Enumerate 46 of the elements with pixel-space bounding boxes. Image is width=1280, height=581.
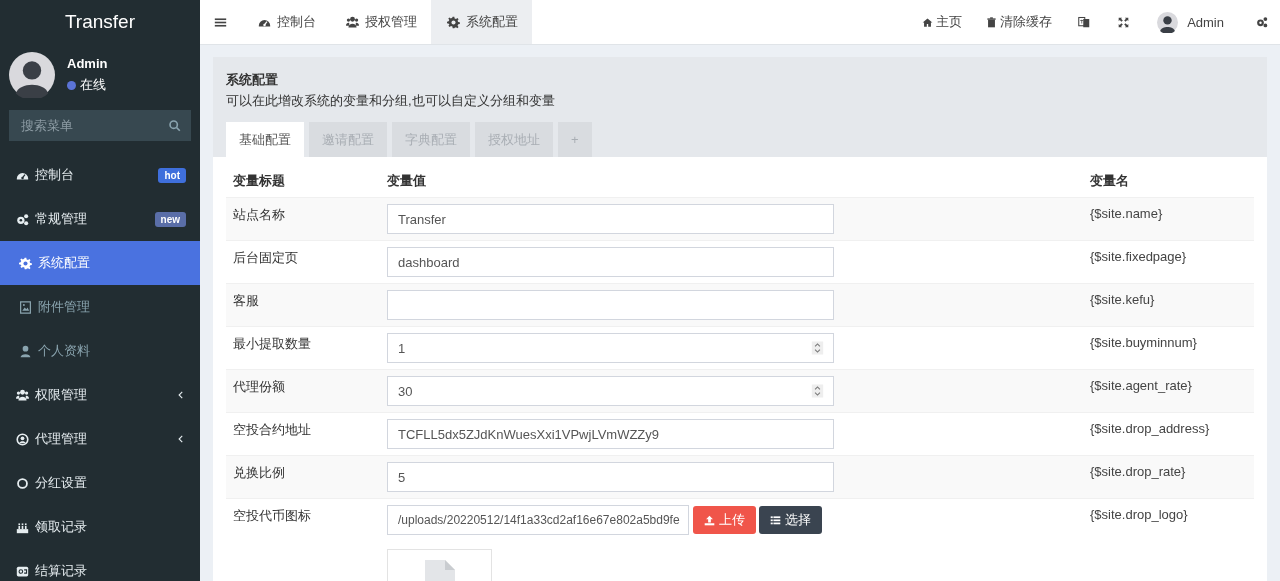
user-name: Admin xyxy=(67,56,108,71)
user-menu[interactable]: Admin xyxy=(1143,0,1238,44)
sidebar-item[interactable]: 常规管理 new xyxy=(0,197,200,241)
header-link[interactable]: 清除缓存 xyxy=(974,0,1065,44)
variable-title: 空投代币图标 xyxy=(226,498,380,581)
input-field[interactable]: Transfer xyxy=(387,204,834,234)
config-tab[interactable]: 基础配置 xyxy=(226,122,304,157)
variable-name: {$site.kefu} xyxy=(1083,283,1254,327)
sidebar-item[interactable]: 代理管理 xyxy=(0,417,200,461)
variable-title: 兑换比例 xyxy=(226,455,380,499)
sidebar-item[interactable]: 附件管理 xyxy=(0,285,200,329)
column-header: 变量标题 xyxy=(226,165,380,198)
sidebar-item[interactable]: 权限管理 xyxy=(0,373,200,417)
input-field[interactable]: TCFLL5dx5ZJdKnWuesXxi1VPwjLVmWZZy9 xyxy=(387,419,834,449)
sidebar-item[interactable]: 控制台 hot xyxy=(0,153,200,197)
input-field[interactable]: /uploads/20220512/14f1a33cd2af16e67e802a5bd9fe xyxy=(387,505,689,535)
sidebar-item[interactable]: 系统配置 xyxy=(0,241,200,285)
panel-description: 可以在此增改系统的变量和分组,也可以自定义分组和变量 xyxy=(226,92,556,110)
column-header: 变量值 xyxy=(380,165,1083,198)
sidebar-item[interactable]: 结算记录 xyxy=(0,549,200,581)
nav-tab[interactable]: 授权管理 xyxy=(330,0,431,44)
input-field[interactable]: dashboard xyxy=(387,247,834,277)
search-field[interactable]: 搜索菜单 xyxy=(9,110,191,141)
sidebar-item[interactable]: 分红设置 xyxy=(0,461,200,505)
number-field[interactable]: 1 xyxy=(387,333,834,363)
input-field[interactable]: 5 xyxy=(387,462,834,492)
nav-tab[interactable]: 系统配置 xyxy=(431,0,532,44)
column-header: 变量名 xyxy=(1083,165,1254,198)
nav-tab[interactable]: 控制台 xyxy=(242,0,330,44)
variable-name: {$site.drop_logo} xyxy=(1083,498,1254,581)
variable-title: 客服 xyxy=(226,283,380,327)
app-title: Transfer xyxy=(63,10,136,34)
menu-badge: hot xyxy=(158,167,186,183)
menu-badge: new xyxy=(154,211,186,227)
variable-title: 代理份额 xyxy=(226,369,380,413)
header-link[interactable]: 主页 xyxy=(910,0,975,44)
sidebar-item[interactable]: 个人资料 xyxy=(0,329,200,373)
panel-title: 系统配置 xyxy=(226,71,279,89)
variable-title: 站点名称 xyxy=(226,197,380,241)
variable-name: {$site.drop_rate} xyxy=(1083,455,1254,499)
variable-name: {$site.agent_rate} xyxy=(1083,369,1254,413)
status-text: 在线 xyxy=(80,76,106,94)
sidebar-item[interactable]: 领取记录 xyxy=(0,505,200,549)
variable-name: {$site.name} xyxy=(1083,197,1254,241)
number-field[interactable]: 30 xyxy=(387,376,834,406)
select-button[interactable]: 选择 xyxy=(759,506,822,534)
